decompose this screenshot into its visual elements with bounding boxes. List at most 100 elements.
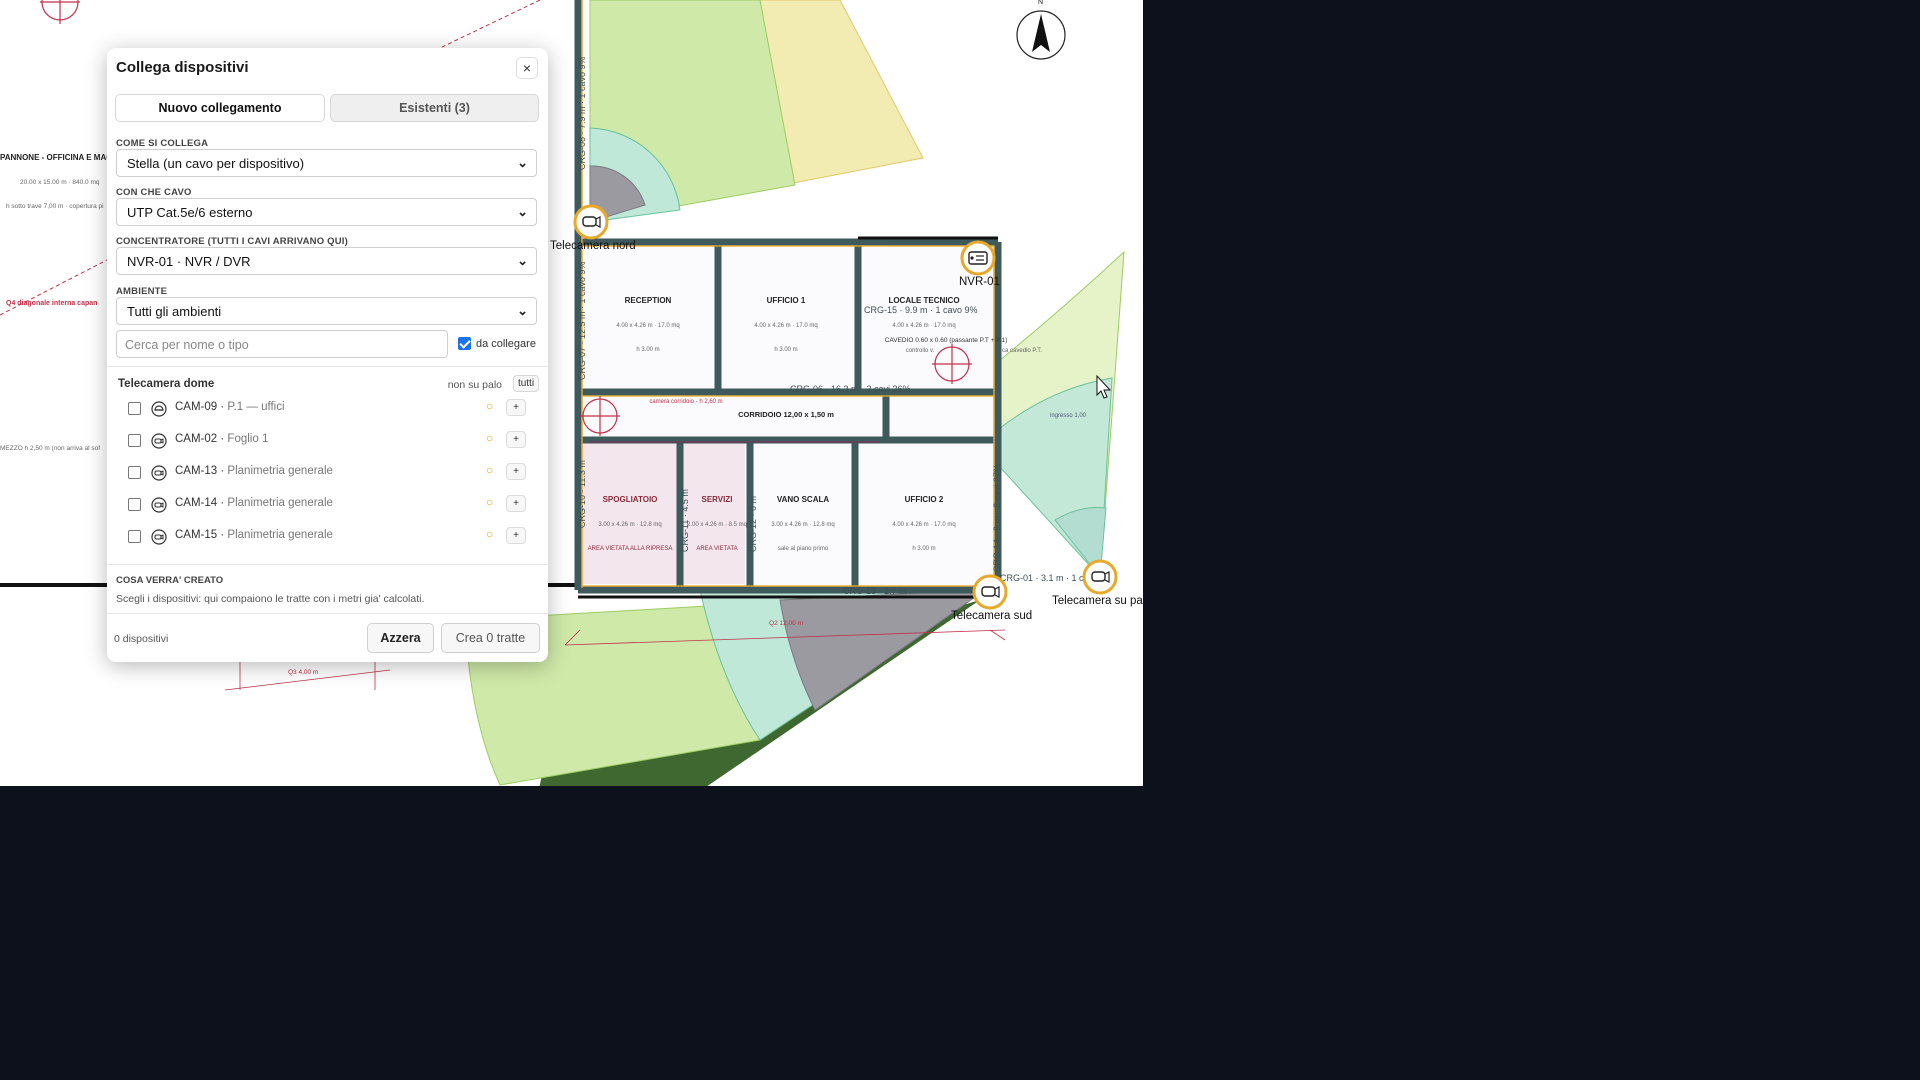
room-height: h 3.00 m	[774, 347, 797, 353]
search-input[interactable]: Cerca per nome o tipo	[116, 330, 448, 358]
chevron-down-icon: ⌄	[517, 155, 528, 170]
device-cam-pole[interactable]: Telecamera su palo	[1052, 559, 1143, 607]
list-item[interactable]: CAM-09 · P.1 — uffici ○ +	[107, 396, 548, 422]
device-id: CAM-02	[175, 433, 218, 445]
room-dims: 4.00 x 4.26 m · 17.0 mq	[754, 323, 817, 329]
sheet-dims: 20.00 x 15.00 m · 840.0 mq	[20, 179, 100, 186]
cable-label: CRG-10 · 11.3 m	[577, 460, 587, 528]
divider	[107, 366, 548, 367]
cable-label: CRG-13 · 2.7 m	[843, 586, 907, 596]
cable-value: UTP Cat.5e/6 esterno	[127, 205, 253, 220]
to-connect-checkbox[interactable]	[458, 337, 471, 350]
room-note: sale al piano primo	[778, 546, 829, 552]
to-connect-label: da collegare	[476, 338, 536, 350]
create-segments-button[interactable]: Crea 0 tratte	[441, 623, 540, 653]
q2-label: Q2 12,00 m	[769, 620, 803, 627]
device-location: Foglio 1	[227, 433, 269, 445]
room-height: h 3.00 m	[912, 546, 935, 552]
hub-select[interactable]: NVR-01 · NVR / DVR ⌄	[116, 247, 537, 275]
room-name: SERVIZI	[702, 495, 733, 504]
to-connect-filter[interactable]: da collegare	[458, 337, 543, 353]
sheet-height: h sotto trave 7,00 m · copertura pi	[6, 203, 104, 210]
status-dot: ○	[486, 463, 494, 477]
add-button[interactable]: +	[506, 431, 526, 448]
device-count: 0 dispositivi	[114, 633, 169, 645]
room-dims: 4.00 x 4.26 m · 17.0 mq	[892, 323, 955, 329]
search-placeholder: Cerca per nome o tipo	[125, 338, 249, 352]
device-checkbox[interactable]	[128, 434, 141, 447]
hub-value: NVR-01 · NVR / DVR	[127, 254, 251, 269]
divider	[107, 564, 548, 565]
close-icon[interactable]: ×	[516, 57, 538, 79]
cable-label: CRG-15 · 9.9 m · 1 cavo 9%	[864, 305, 978, 315]
add-button[interactable]: +	[506, 399, 526, 416]
room-dims: 3.00 x 4.26 m · 12.8 mq	[598, 522, 661, 528]
room-height: h 3.00 m	[636, 347, 659, 353]
compass-label: N	[1038, 0, 1043, 6]
device-id: CAM-09	[175, 401, 218, 413]
add-button[interactable]: +	[506, 495, 526, 512]
cable-label: CRG-11 · 4.5 m	[680, 489, 690, 552]
status-dot: ○	[486, 527, 494, 541]
camera-icon	[151, 497, 167, 513]
cable-label: CRG-12 · 6 m	[748, 496, 758, 552]
compass-icon: N	[1016, 0, 1066, 60]
room-note: AREA VIETATA	[696, 546, 737, 552]
room-note: controllo v.	[906, 348, 935, 354]
topology-select[interactable]: Stella (un cavo per dispositivo) ⌄	[116, 149, 537, 177]
ingresso-label: ingresso 1,00	[1050, 413, 1087, 419]
select-all-button[interactable]: tutti	[513, 375, 539, 392]
device-location: Planimetria generale	[227, 465, 333, 477]
tab-new-connection[interactable]: Nuovo collegamento	[115, 94, 325, 122]
room-value: Tutti gli ambienti	[127, 304, 222, 319]
device-label: Telecamera nord	[550, 240, 636, 252]
add-button[interactable]: +	[506, 527, 526, 544]
room-name: RECEPTION	[625, 296, 672, 305]
device-label: NVR-01	[959, 276, 1000, 288]
list-item[interactable]: CAM-02 · Foglio 1 ○ +	[107, 428, 548, 454]
tab-existing[interactable]: Esistenti (3)	[330, 94, 539, 122]
room-name: UFFICIO 1	[767, 296, 806, 305]
topology-value: Stella (un cavo per dispositivo)	[127, 156, 305, 171]
status-dot: ○	[486, 399, 494, 413]
device-id: CAM-15	[175, 529, 218, 541]
device-checkbox[interactable]	[128, 466, 141, 479]
cable-select[interactable]: UTP Cat.5e/6 esterno ⌄	[116, 198, 537, 226]
list-item[interactable]: CAM-14 · Planimetria generale ○ +	[107, 492, 548, 518]
camera-icon	[151, 433, 167, 449]
list-item[interactable]: CAM-15 · Planimetria generale ○ +	[107, 524, 548, 550]
device-checkbox[interactable]	[128, 402, 141, 415]
divider	[107, 613, 548, 614]
connect-devices-dialog: Collega dispositivi × Nuovo collegamento…	[107, 48, 548, 662]
dialog-tabs: Nuovo collegamento Esistenti (3)	[115, 94, 539, 122]
room-dims: 2.00 x 4.26 m · 8.5 mq	[687, 522, 747, 528]
device-label: Telecamera su palo	[1052, 595, 1143, 607]
reset-button[interactable]: Azzera	[367, 623, 434, 653]
status-dot: ○	[486, 431, 494, 445]
dialog-header: Collega dispositivi ×	[107, 48, 548, 86]
chevron-down-icon: ⌄	[517, 303, 528, 318]
sheet-diagonal: Q4 diagonale interna capan	[6, 300, 97, 307]
topology-label: COME SI COLLEGA	[116, 138, 209, 149]
group-title: Telecamera dome	[118, 378, 215, 390]
room-select[interactable]: Tutti gli ambienti ⌄	[116, 297, 537, 325]
room-dims: 4.00 x 4.26 m · 17.0 mq	[616, 323, 679, 329]
device-location: Planimetria generale	[227, 497, 333, 509]
sheet-mezzo: MEZZO h 2,50 m (non arriva al sof	[0, 445, 100, 452]
device-checkbox[interactable]	[128, 498, 141, 511]
device-location: P.1 — uffici	[227, 401, 285, 413]
created-title: COSA VERRA' CREATO	[116, 575, 224, 586]
cable-label: CRG-06 · 16.3 m · 3 cavi 36%	[790, 384, 911, 394]
room-name: LOCALE TECNICO	[888, 296, 959, 305]
device-checkbox[interactable]	[128, 530, 141, 543]
room-note: ca cavedio P.T.	[1002, 348, 1042, 354]
device-id: CAM-14	[175, 497, 218, 509]
sheet-title: PANNONE - OFFICINA E MAG	[0, 153, 112, 162]
sheet-q3: Q3 4,00 m	[288, 669, 318, 676]
device-location: Planimetria generale	[227, 529, 333, 541]
room-label: AMBIENTE	[116, 286, 168, 297]
room-note: AREA VIETATA ALLA RIPRESA	[588, 546, 673, 552]
room-name: CORRIDOIO 12,00 x 1,50 m	[738, 410, 834, 419]
add-button[interactable]: +	[506, 463, 526, 480]
list-item[interactable]: CAM-13 · Planimetria generale ○ +	[107, 460, 548, 486]
